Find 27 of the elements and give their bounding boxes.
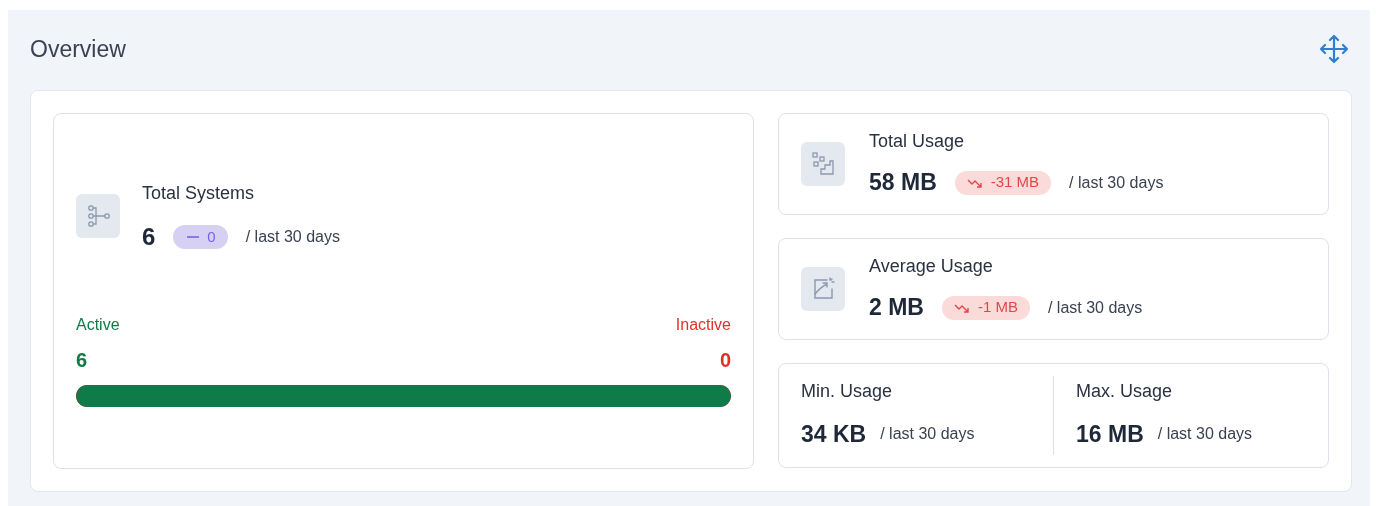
status-count: 6 bbox=[76, 348, 88, 373]
section-title: Overview bbox=[30, 34, 126, 64]
card-title: Average Usage bbox=[869, 255, 994, 279]
move-icon[interactable] bbox=[1318, 33, 1350, 65]
trend-badge: -31 MB bbox=[954, 170, 1052, 195]
status-count: 0 bbox=[719, 348, 731, 373]
status-label: Inactive bbox=[675, 315, 731, 335]
trend-badge: -1 MB bbox=[941, 295, 1030, 320]
trend-badge: 0 bbox=[173, 225, 228, 249]
card-title: Total Systems bbox=[142, 182, 256, 205]
period-text: / last 30 days bbox=[880, 424, 975, 445]
status-label: Active bbox=[76, 315, 120, 335]
metric-value: 58 MB bbox=[869, 168, 937, 198]
card-title: Total Usage bbox=[869, 130, 966, 154]
chart-up-icon bbox=[801, 267, 845, 311]
period-text: / last 30 days bbox=[245, 227, 340, 247]
card-title: Max. Usage bbox=[1076, 380, 1174, 403]
period-text: / last 30 days bbox=[1069, 172, 1164, 193]
metric-value: 6 bbox=[142, 222, 156, 252]
period-text: / last 30 days bbox=[1047, 297, 1143, 318]
stairs-icon bbox=[801, 142, 845, 186]
metric-value: 16 MB bbox=[1076, 420, 1144, 449]
metric-value: 34 KB bbox=[801, 420, 867, 449]
metric-value: 2 MB bbox=[869, 293, 924, 323]
branch-icon bbox=[76, 194, 120, 238]
period-text: / last 30 days bbox=[1157, 424, 1253, 445]
card-title: Min. Usage bbox=[801, 380, 894, 403]
